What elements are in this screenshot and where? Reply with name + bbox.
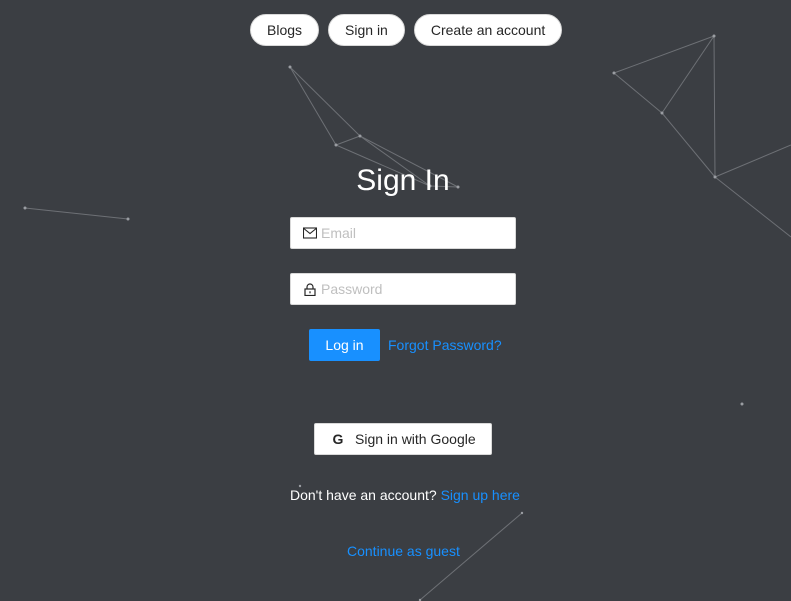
google-sign-in-button[interactable]: G Sign in with Google xyxy=(314,423,492,455)
google-icon: G xyxy=(332,431,344,447)
password-input[interactable] xyxy=(321,281,507,297)
lock-icon xyxy=(302,281,318,297)
email-input[interactable] xyxy=(321,225,507,241)
top-navigation: Blogs Sign in Create an account xyxy=(250,14,563,46)
continue-as-guest-link[interactable]: Continue as guest xyxy=(347,543,460,559)
forgot-password-link[interactable]: Forgot Password? xyxy=(388,337,502,353)
google-sign-in-label: Sign in with Google xyxy=(355,431,476,447)
log-in-button[interactable]: Log in xyxy=(309,329,380,361)
signup-prompt: Don't have an account? Sign up here xyxy=(290,487,520,503)
create-account-button[interactable]: Create an account xyxy=(413,14,563,46)
page-title: Sign In xyxy=(356,164,450,197)
password-field[interactable] xyxy=(290,273,516,305)
mail-icon xyxy=(302,225,318,241)
sign-up-link[interactable]: Sign up here xyxy=(441,487,520,503)
blogs-button[interactable]: Blogs xyxy=(250,14,320,46)
email-field[interactable] xyxy=(290,217,516,249)
sign-in-button[interactable]: Sign in xyxy=(328,14,405,46)
no-account-text: Don't have an account? xyxy=(290,487,437,503)
